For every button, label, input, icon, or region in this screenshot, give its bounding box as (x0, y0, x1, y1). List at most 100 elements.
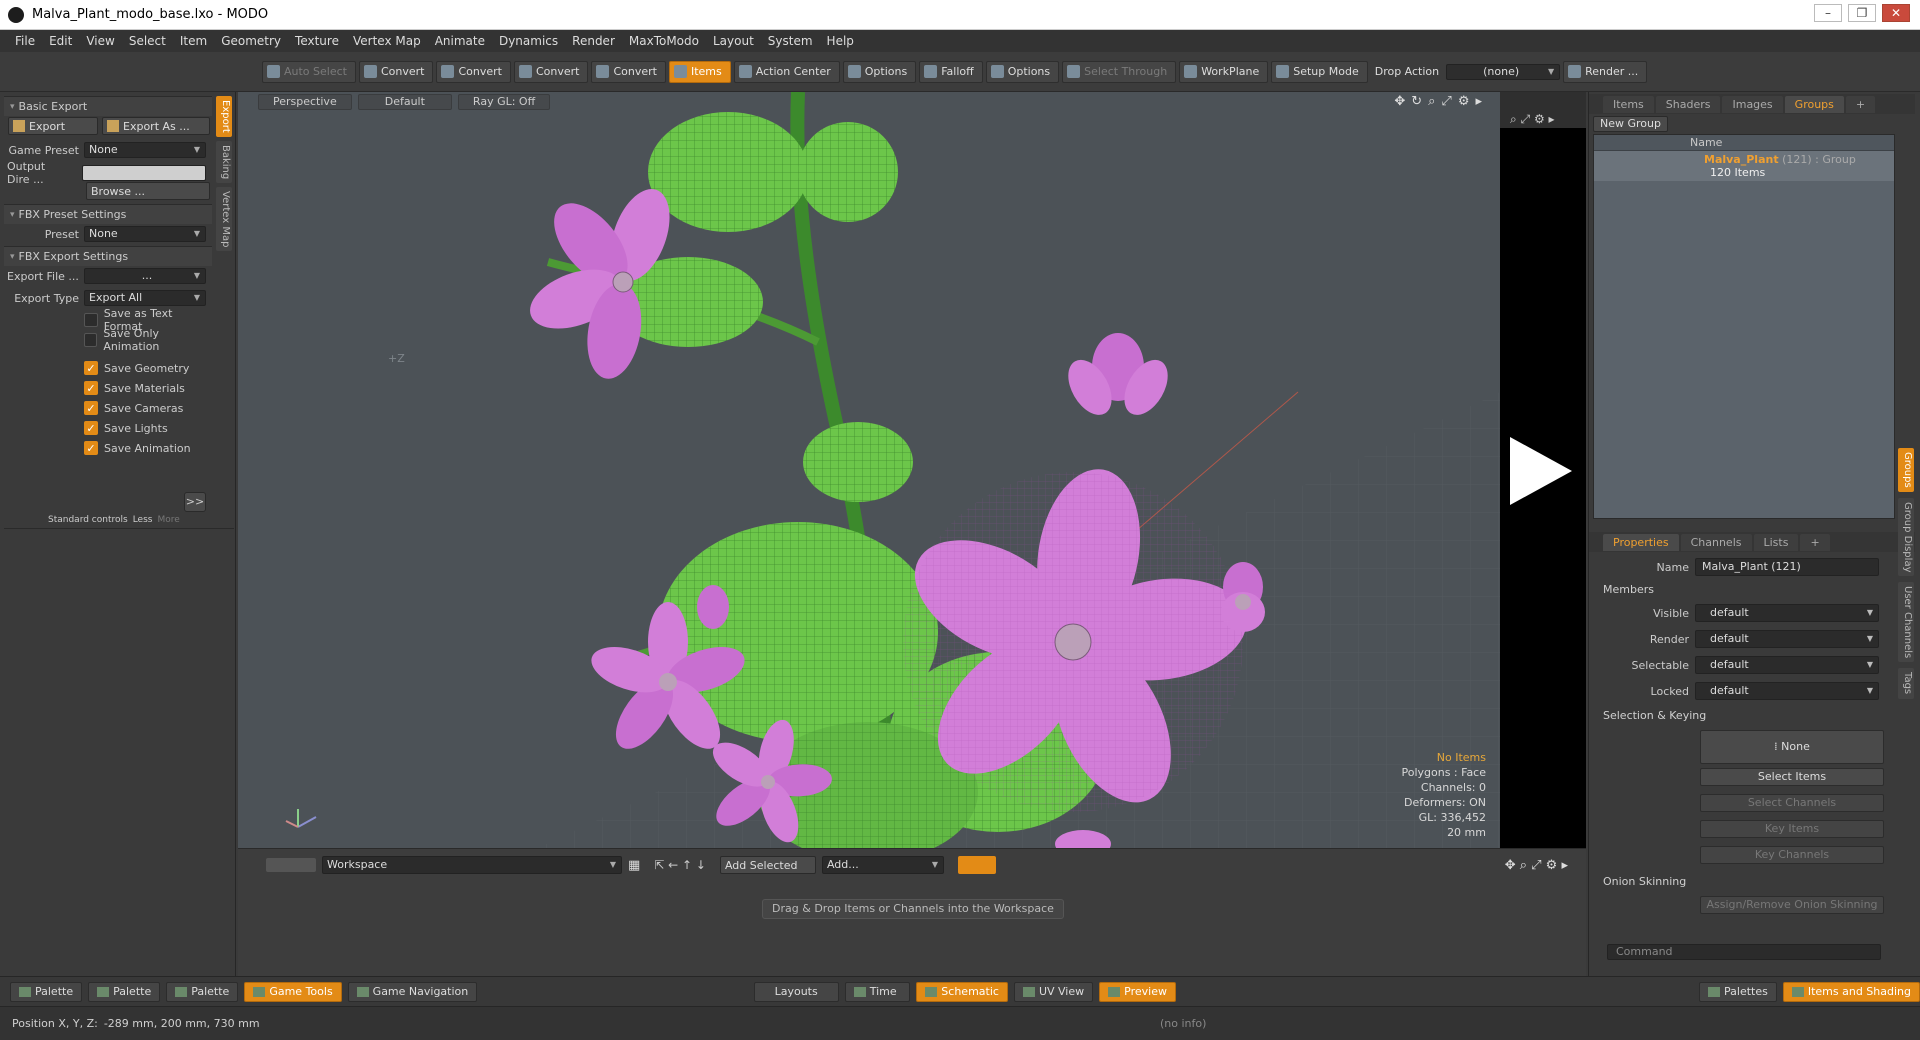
game-preset-select[interactable]: None (84, 142, 206, 158)
game-navigation-button[interactable]: Game Navigation (347, 981, 478, 1002)
drop-action-select[interactable]: (none) (1446, 63, 1561, 80)
tab-shaders[interactable]: Shaders (1655, 95, 1721, 113)
browse-button[interactable]: Browse ... (86, 182, 210, 200)
pan-icon[interactable]: ✥ (1394, 94, 1405, 109)
tab-channels[interactable]: Channels (1680, 533, 1752, 551)
menu-arrow-icon[interactable]: ▸ (1475, 94, 1482, 109)
fbx-preset-settings-header[interactable]: FBX Preset Settings (4, 204, 212, 224)
onion-skinning-button[interactable]: Assign/Remove Onion Skinning (1700, 896, 1884, 914)
maximize-button[interactable]: ❐ (1848, 4, 1876, 22)
groups-list[interactable]: Name Malva_Plant (121) : Group 120 Items (1593, 134, 1895, 519)
add-tab-button[interactable]: + (1845, 95, 1876, 113)
name-field[interactable]: Malva_Plant (121) (1695, 558, 1879, 576)
add-node-select[interactable]: Add... (821, 856, 944, 874)
palettes-button[interactable]: Palettes (1699, 981, 1777, 1002)
zoom-icon[interactable]: ⌕ (1428, 94, 1435, 109)
basic-export-header[interactable]: Basic Export (4, 96, 212, 116)
fbx-export-settings-header[interactable]: FBX Export Settings (4, 246, 212, 266)
menu-file[interactable]: File (8, 34, 42, 48)
close-button[interactable]: ✕ (1882, 4, 1910, 22)
tab-groups[interactable]: Groups (1784, 95, 1844, 113)
visible-select[interactable]: default (1695, 604, 1879, 622)
export-file-select[interactable]: ... (84, 268, 206, 284)
gear-icon[interactable]: ⚙ (1458, 94, 1470, 109)
action-center-button[interactable]: Action Center (733, 60, 840, 83)
menu-item[interactable]: Item (173, 34, 214, 48)
preview-zoom-icon[interactable]: ⌕ ⤢ ⚙ ▸ (1510, 112, 1555, 127)
menu-view[interactable]: View (79, 34, 121, 48)
preview-panel[interactable]: ⌕ ⤢ ⚙ ▸ (1500, 92, 1586, 848)
name-column-header[interactable]: Name (1594, 135, 1894, 151)
preset-select[interactable]: None (84, 226, 206, 242)
workplane-button[interactable]: WorkPlane (1179, 60, 1269, 83)
more-link[interactable]: More (157, 515, 179, 525)
rotate-icon[interactable]: ↻ (1411, 94, 1422, 109)
render-select[interactable]: default (1695, 630, 1879, 648)
menu-help[interactable]: Help (820, 34, 861, 48)
save-materials-checkbox[interactable]: ✓ Save Materials (4, 378, 212, 398)
raygl-toggle[interactable]: Ray GL: Off (457, 94, 551, 110)
view-type-select[interactable]: Perspective (258, 94, 352, 110)
auto-select-button[interactable]: Auto Select (262, 60, 356, 83)
select-channels-button[interactable]: Select Channels (1700, 794, 1884, 812)
save-lights-checkbox[interactable]: ✓ Save Lights (4, 418, 212, 438)
game-tools-button[interactable]: Game Tools (244, 981, 342, 1002)
add-tab-button[interactable]: + (1800, 533, 1830, 551)
items-and-shading-button[interactable]: Items and Shading (1782, 981, 1920, 1002)
schematic-workspace[interactable]: Workspace ▦ ⇱ ← ↑ ↓ Add Selected Add... … (238, 848, 1586, 976)
palette-button-3[interactable]: Palette (166, 981, 239, 1002)
add-selected-button[interactable]: Add Selected (719, 856, 816, 874)
palette-button-1[interactable]: Palette (10, 981, 83, 1002)
convert-button-2[interactable]: Convert (436, 60, 511, 83)
command-input[interactable]: Command (1607, 944, 1881, 960)
less-link[interactable]: Less (133, 515, 153, 525)
menu-layout[interactable]: Layout (706, 34, 761, 48)
menu-edit[interactable]: Edit (42, 34, 79, 48)
menu-geometry[interactable]: Geometry (214, 34, 288, 48)
tab-images[interactable]: Images (1722, 95, 1783, 113)
menu-select[interactable]: Select (122, 34, 173, 48)
onion-skinning-header[interactable]: Onion Skinning (1589, 870, 1899, 892)
tab-items[interactable]: Items (1603, 95, 1654, 113)
group-row-malva-plant[interactable]: Malva_Plant (121) : Group 120 Items (1594, 151, 1894, 181)
layout-grid-icon[interactable]: ▦ (628, 858, 640, 873)
schematic-mode-toggle[interactable] (957, 856, 996, 874)
members-header[interactable]: Members (1589, 578, 1899, 600)
selectable-select[interactable]: default (1695, 656, 1879, 674)
convert-button-4[interactable]: Convert (591, 60, 666, 83)
menu-maxtomodo[interactable]: MaxToModo (622, 34, 706, 48)
vtab-tags[interactable]: Tags (1898, 668, 1914, 699)
schematic-button[interactable]: Schematic (916, 981, 1008, 1002)
vtab-groups[interactable]: Groups (1898, 448, 1914, 492)
select-through-button[interactable]: Select Through (1062, 60, 1177, 83)
save-only-animation-checkbox[interactable]: Save Only Animation (4, 327, 212, 353)
more-options-button[interactable]: >> (184, 492, 206, 512)
play-icon[interactable] (1510, 437, 1572, 505)
menu-texture[interactable]: Texture (288, 34, 346, 48)
schematic-tool-icons[interactable] (266, 858, 316, 872)
render-button[interactable]: Render ... (1563, 60, 1648, 83)
palette-button-2[interactable]: Palette (88, 981, 161, 1002)
tab-lists[interactable]: Lists (1753, 533, 1799, 551)
vtab-user-channels[interactable]: User Channels (1898, 582, 1914, 663)
action-center-options-button[interactable]: Options (842, 60, 917, 83)
tab-properties[interactable]: Properties (1603, 533, 1679, 551)
selection-keying-header[interactable]: Selection & Keying (1589, 704, 1899, 726)
tab-vertex-map[interactable]: Vertex Map (216, 186, 232, 252)
3d-viewport[interactable]: +Z Perspective Default Ray GL: Off ✥ ↻ ⌕… (238, 92, 1500, 848)
layouts-button[interactable]: Layouts (753, 981, 839, 1002)
falloff-options-button[interactable]: Options (985, 60, 1060, 83)
save-cameras-checkbox[interactable]: ✓ Save Cameras (4, 398, 212, 418)
new-group-button[interactable]: New Group (1593, 116, 1668, 132)
workspace-select[interactable]: Workspace (322, 856, 622, 874)
convert-button-1[interactable]: Convert (358, 60, 434, 83)
menu-system[interactable]: System (761, 34, 820, 48)
convert-button-3[interactable]: Convert (513, 60, 589, 83)
export-as-button[interactable]: Export As ... (102, 117, 210, 135)
schematic-arrow-icons[interactable]: ⇱ ← ↑ ↓ (646, 858, 714, 872)
locked-select[interactable]: default (1695, 682, 1879, 700)
tab-export[interactable]: Export (216, 96, 232, 137)
none-button[interactable]: ⁞ None (1700, 730, 1884, 764)
menu-vertex-map[interactable]: Vertex Map (346, 34, 428, 48)
tab-baking[interactable]: Baking (216, 140, 232, 183)
